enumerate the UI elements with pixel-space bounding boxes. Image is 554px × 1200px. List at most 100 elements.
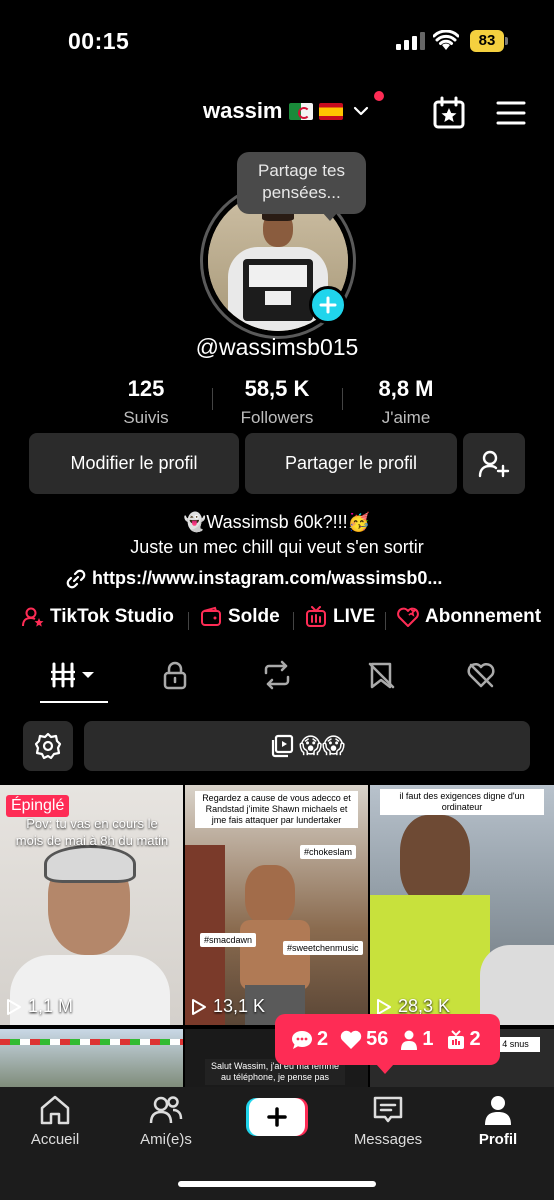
- thumbnail-cap: [44, 845, 136, 883]
- calendar-star-icon[interactable]: [432, 96, 466, 130]
- gifts-count: 2: [446, 1028, 481, 1051]
- nav-label: Profil: [478, 1131, 518, 1148]
- pinned-badge: Épinglé: [6, 795, 70, 817]
- home-indicator: [178, 1181, 376, 1187]
- hashtag: #sweetchenmusic: [283, 941, 363, 955]
- bio-link[interactable]: https://www.instagram.com/wassimsb0...: [66, 568, 442, 589]
- tiktok-studio-button[interactable]: TikTok Studio: [22, 606, 174, 628]
- stat-followers[interactable]: 58,5 K Followers: [222, 376, 332, 428]
- tile-caption: Pov: tu vas en cours le mois de mai à 8h…: [15, 816, 169, 848]
- share-profile-button[interactable]: Partager le profil: [245, 433, 457, 494]
- videos-grid-icon[interactable]: [50, 660, 98, 690]
- content-tabs: [0, 652, 554, 704]
- algeria-flag-icon: [288, 102, 313, 120]
- video-tile[interactable]: [0, 1029, 183, 1087]
- wallet-icon: [201, 606, 221, 626]
- studio-icon: [22, 607, 44, 627]
- add-user-icon: [478, 450, 510, 477]
- thoughts-bubble[interactable]: Partage tes pensées...: [237, 152, 366, 214]
- video-tile[interactable]: Regardez a cause de vous adecco et Rands…: [185, 785, 368, 1025]
- bio-text: Wassimsb 60k?!!!: [206, 512, 348, 532]
- repost-icon[interactable]: [262, 660, 292, 690]
- bubble-tail: [322, 212, 338, 221]
- grid-settings-button[interactable]: [23, 721, 73, 771]
- divider: [342, 388, 343, 410]
- thumbnail-bunting: [0, 1039, 183, 1045]
- gear-icon: [34, 732, 62, 760]
- stat-label: Followers: [240, 408, 314, 427]
- account-switcher[interactable]: wassim: [203, 98, 369, 124]
- profile-icon: [485, 1096, 511, 1125]
- stat-label: Suivis: [123, 408, 169, 427]
- gifts-count-value: 2: [469, 1028, 481, 1050]
- thumbnail-face: [400, 815, 470, 905]
- stat-value: 125: [127, 376, 165, 401]
- feature-label: TikTok Studio: [50, 606, 174, 627]
- play-icon: [192, 998, 206, 1015]
- live-button[interactable]: LIVE: [305, 606, 375, 628]
- thumbnail-car: [480, 945, 554, 1025]
- battery-icon: 83: [470, 30, 508, 52]
- bio-link-text: https://www.instagram.com/wassimsb0...: [92, 568, 443, 588]
- view-count-value: 13,1 K: [213, 996, 266, 1016]
- wallet-button[interactable]: Solde: [200, 606, 280, 628]
- stat-likes[interactable]: 8,8 M J'aime: [356, 376, 456, 428]
- username: wassim: [203, 98, 283, 123]
- subscription-icon: [397, 607, 419, 627]
- notification-dot: [374, 91, 384, 101]
- feature-label: Abonnement: [425, 606, 542, 627]
- nav-home[interactable]: Accueil: [5, 1093, 105, 1148]
- notification-tail: [376, 1064, 394, 1074]
- nav-friends[interactable]: Ami(e)s: [116, 1093, 216, 1148]
- person-icon: [401, 1030, 418, 1050]
- bio-line1: 👻Wassimsb 60k?!!!🥳: [0, 512, 554, 533]
- tile-caption: il faut des exigences digne d'un ordinat…: [380, 789, 544, 815]
- messages-icon: [373, 1096, 403, 1123]
- nav-messages[interactable]: Messages: [338, 1093, 438, 1148]
- thumbnail-torso: [240, 920, 310, 990]
- view-count: 13,1 K: [191, 996, 265, 1017]
- nav-label: Ami(e)s: [140, 1131, 192, 1148]
- lock-icon[interactable]: [160, 660, 190, 690]
- feature-label: LIVE: [333, 606, 376, 627]
- likes-count: 56: [340, 1028, 388, 1051]
- stat-following[interactable]: 125 Suivis: [96, 376, 196, 428]
- nav-profile[interactable]: Profil: [448, 1093, 548, 1148]
- friends-icon: [149, 1096, 183, 1124]
- chevron-down-icon: [353, 106, 368, 116]
- add-story-button[interactable]: [309, 286, 347, 324]
- create-icon[interactable]: [246, 1098, 308, 1136]
- video-tile[interactable]: il faut des exigences digne d'un ordinat…: [370, 785, 554, 1025]
- stat-value: 8,8 M: [378, 376, 434, 401]
- likes-count-value: 56: [366, 1028, 389, 1050]
- activity-notification[interactable]: 2 56 1 2: [275, 1014, 500, 1065]
- bio-line2: Juste un mec chill qui veut s'en sortir: [130, 537, 424, 557]
- subscription-button[interactable]: Abonnement: [397, 606, 541, 628]
- comment-icon: [292, 1030, 312, 1049]
- divider: [212, 388, 213, 410]
- profile-handle: @wassimsb015: [195, 334, 359, 360]
- edit-profile-button[interactable]: Modifier le profil: [29, 433, 239, 494]
- wifi-icon: [433, 30, 459, 50]
- followers-count: 1: [400, 1028, 434, 1051]
- video-tile[interactable]: Épinglé Pov: tu vas en cours le mois de …: [0, 785, 183, 1025]
- hashtag: #smacdawn: [200, 933, 257, 947]
- home-icon: [40, 1095, 70, 1125]
- liked-hidden-icon[interactable]: [466, 660, 496, 690]
- add-friend-button[interactable]: [463, 433, 525, 494]
- saved-hidden-icon[interactable]: [366, 660, 396, 690]
- battery-level: 83: [470, 30, 504, 52]
- playlist-filter-bar[interactable]: 😱😱: [84, 721, 530, 771]
- live-icon: [306, 606, 326, 627]
- nav-label: Accueil: [30, 1131, 80, 1148]
- plus-icon: [319, 296, 337, 314]
- bubble-line1: Partage tes: [258, 161, 345, 180]
- menu-icon[interactable]: [496, 100, 526, 126]
- divider: [385, 612, 386, 630]
- playlist-icon: [271, 734, 294, 758]
- heart-icon: [340, 1030, 362, 1049]
- link-icon: [66, 569, 86, 588]
- divider: [188, 612, 189, 630]
- feature-label: Solde: [228, 606, 280, 627]
- bubble-line2: pensées...: [262, 183, 341, 202]
